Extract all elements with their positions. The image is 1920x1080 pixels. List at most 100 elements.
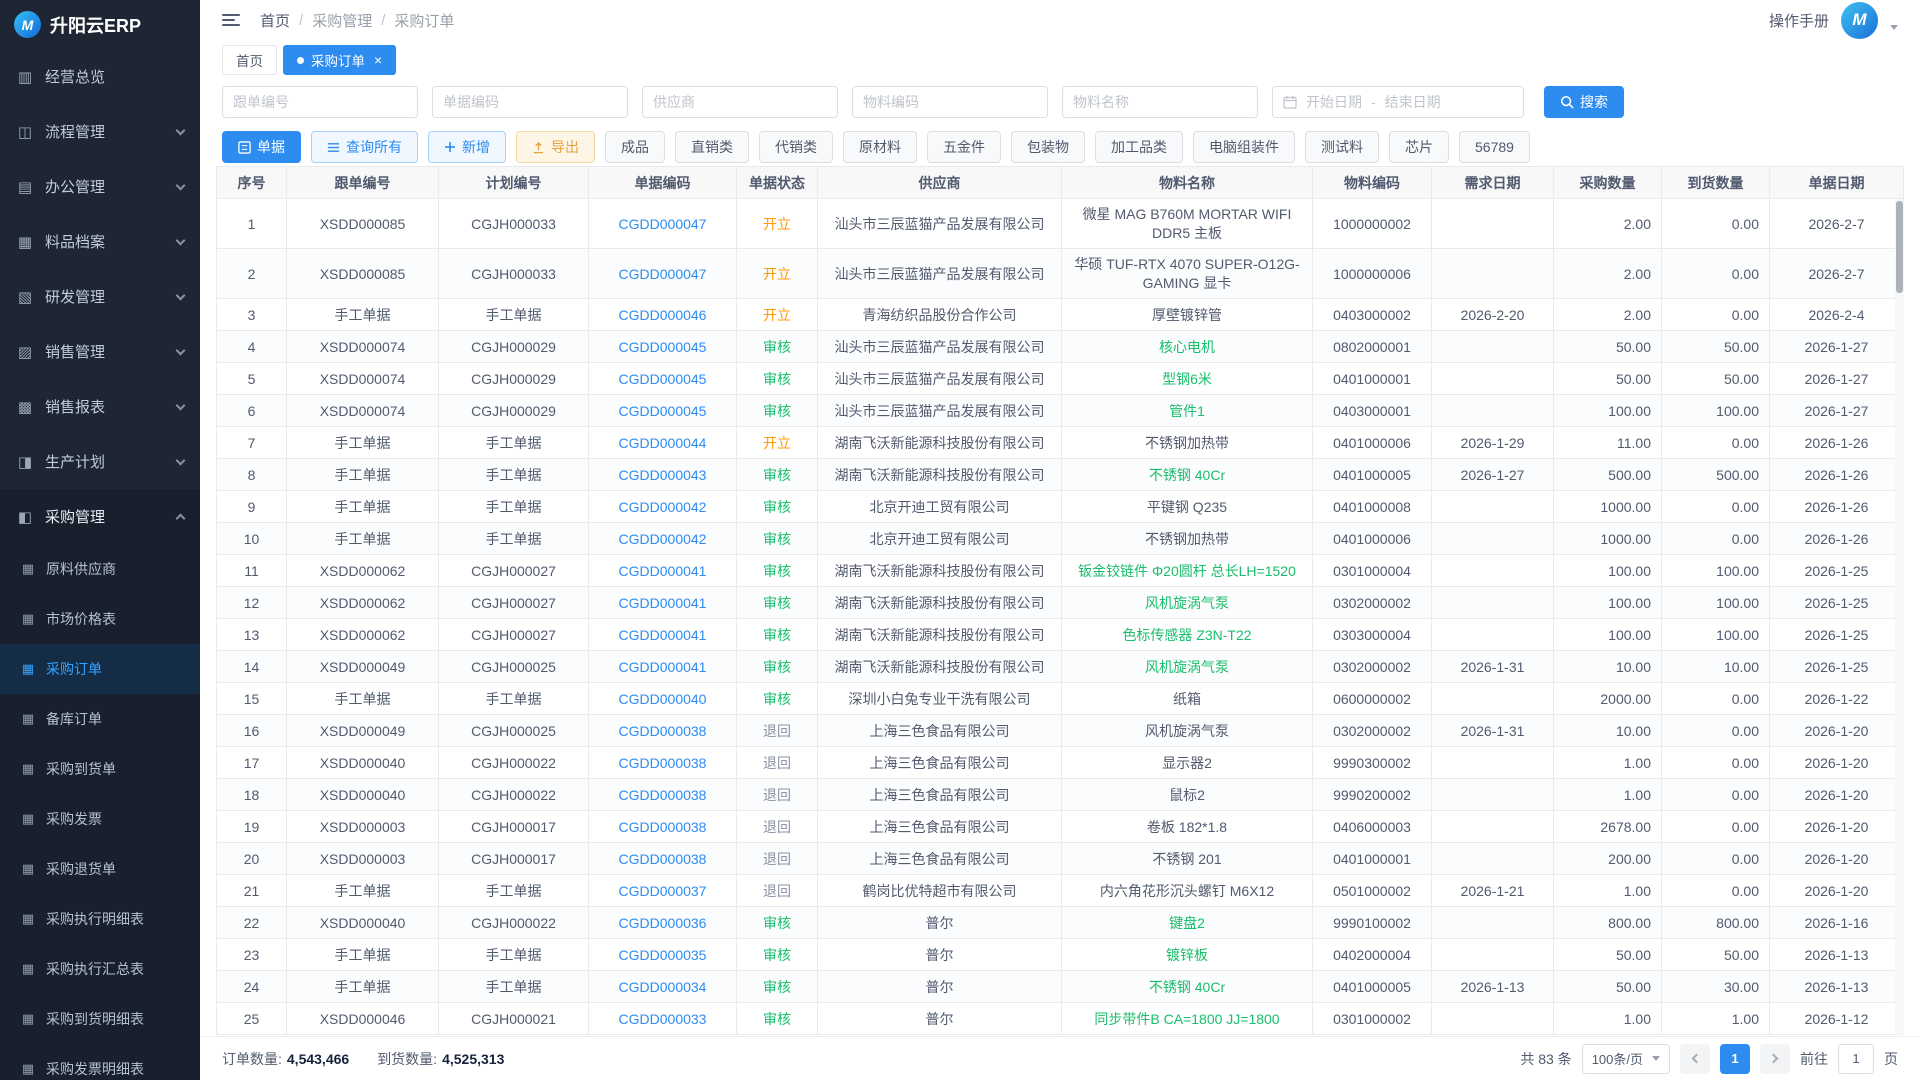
export-button[interactable]: 导出	[516, 131, 595, 163]
sidebar-subitem[interactable]: ▦采购到货明细表	[0, 994, 200, 1044]
sidebar-subitem[interactable]: ▦原料供应商	[0, 544, 200, 594]
sidebar-item-materials[interactable]: ▦料品档案	[0, 214, 200, 269]
sidebar-subitem[interactable]: ▦采购执行明细表	[0, 894, 200, 944]
doc-button[interactable]: 单据	[222, 131, 301, 163]
supplier-cell: 北京开迪工贸有限公司	[818, 491, 1062, 523]
category-filter-button[interactable]: 成品	[605, 131, 665, 163]
sidebar-item-purchase[interactable]: ◧采购管理	[0, 489, 200, 544]
close-tab-icon[interactable]: ×	[374, 52, 382, 68]
sidebar-item-production[interactable]: ◨生产计划	[0, 434, 200, 489]
doc-code-link[interactable]: CGDD000045	[619, 371, 707, 387]
chevron-down-icon[interactable]	[1890, 25, 1898, 30]
sidebar-subitem[interactable]: ▦采购执行汇总表	[0, 944, 200, 994]
category-filter-button[interactable]: 芯片	[1389, 131, 1449, 163]
doc-code-link[interactable]: CGDD000033	[619, 1011, 707, 1027]
doc-code-link[interactable]: CGDD000043	[619, 467, 707, 483]
doc-code-link[interactable]: CGDD000038	[619, 851, 707, 867]
collapse-menu-icon[interactable]	[222, 14, 240, 26]
sidebar-item-dashboard[interactable]: ▥经营总览	[0, 49, 200, 104]
status-cell: 开立	[737, 427, 818, 459]
grid-icon: ▦	[20, 1011, 36, 1027]
doc-code-link[interactable]: CGDD000041	[619, 563, 707, 579]
supplier-cell: 上海三色食品有限公司	[818, 747, 1062, 779]
sidebar-subitem[interactable]: ▦市场价格表	[0, 594, 200, 644]
sidebar-item-research[interactable]: ▧研发管理	[0, 269, 200, 324]
goto-page-input[interactable]	[1838, 1044, 1874, 1074]
sidebar-subitem[interactable]: ▦采购订单	[0, 644, 200, 694]
breadcrumb-item[interactable]: 首页	[260, 10, 290, 31]
user-avatar[interactable]: M	[1841, 2, 1878, 39]
pagination-next-button[interactable]	[1760, 1044, 1790, 1074]
doc-code-link[interactable]: CGDD000046	[619, 307, 707, 323]
doc-date-cell: 2026-1-12	[1770, 1003, 1904, 1035]
category-filter-button[interactable]: 代销类	[759, 131, 833, 163]
doc-code-link[interactable]: CGDD000045	[619, 339, 707, 355]
sidebar-subitem[interactable]: ▦采购到货单	[0, 744, 200, 794]
add-button[interactable]: 新增	[428, 131, 506, 163]
category-filter-button-label: 测试料	[1321, 137, 1363, 157]
doc-code-link[interactable]: CGDD000038	[619, 755, 707, 771]
sidebar-item-office[interactable]: ▤办公管理	[0, 159, 200, 214]
pagination-prev-button[interactable]	[1680, 1044, 1710, 1074]
tab-home[interactable]: 首页	[222, 45, 277, 75]
doc-code-link[interactable]: CGDD000047	[619, 216, 707, 232]
category-filter-button[interactable]: 电脑组装件	[1193, 131, 1295, 163]
manual-link[interactable]: 操作手册	[1769, 10, 1829, 31]
query-all-button[interactable]: 查询所有	[311, 131, 418, 163]
category-filter-button[interactable]: 直销类	[675, 131, 749, 163]
doc-code-link[interactable]: CGDD000036	[619, 915, 707, 931]
doc-code-link[interactable]: CGDD000038	[619, 787, 707, 803]
category-filter-button[interactable]: 56789	[1459, 131, 1530, 163]
tab-purchase-orders[interactable]: 采购订单×	[283, 45, 396, 75]
page-size-select[interactable]: 100条/页	[1582, 1044, 1670, 1074]
doc-code-link[interactable]: CGDD000035	[619, 947, 707, 963]
row-index-cell: 7	[217, 427, 287, 459]
category-filter-button[interactable]: 五金件	[927, 131, 1001, 163]
doc-date-cell: 2026-1-20	[1770, 875, 1904, 907]
filter-input[interactable]	[852, 86, 1048, 118]
sidebar-subitem[interactable]: ▦采购发票明细表	[0, 1044, 200, 1080]
sidebar-subitem[interactable]: ▦备库订单	[0, 694, 200, 744]
doc-code-link[interactable]: CGDD000038	[619, 819, 707, 835]
sidebar-item-workflow[interactable]: ◫流程管理	[0, 104, 200, 159]
sidebar: M 升阳云ERP ▥经营总览◫流程管理▤办公管理▦料品档案▧研发管理▨销售管理▩…	[0, 0, 200, 1080]
filter-input[interactable]	[222, 86, 418, 118]
breadcrumb-item[interactable]: 采购订单	[394, 10, 454, 31]
filter-input[interactable]	[1062, 86, 1258, 118]
search-button[interactable]: 搜索	[1544, 86, 1624, 118]
doc-code-link[interactable]: CGDD000041	[619, 595, 707, 611]
filter-input[interactable]	[642, 86, 838, 118]
category-filter-button-label: 原材料	[859, 137, 901, 157]
sidebar-subitem[interactable]: ▦采购退货单	[0, 844, 200, 894]
doc-code-link[interactable]: CGDD000042	[619, 531, 707, 547]
scrollbar-thumb[interactable]	[1896, 201, 1903, 293]
breadcrumb-separator: /	[381, 12, 385, 29]
doc-code-link[interactable]: CGDD000044	[619, 435, 707, 451]
material-name-cell: 不锈钢加热带	[1062, 523, 1313, 555]
doc-code-link[interactable]: CGDD000040	[619, 691, 707, 707]
category-filter-button[interactable]: 加工品类	[1095, 131, 1183, 163]
category-filter-button[interactable]: 测试料	[1305, 131, 1379, 163]
doc-code-link[interactable]: CGDD000038	[619, 723, 707, 739]
doc-date-cell: 2026-1-27	[1770, 363, 1904, 395]
filter-input[interactable]	[432, 86, 628, 118]
sidebar-item-label: 办公管理	[45, 176, 105, 197]
category-filter-button[interactable]: 原材料	[843, 131, 917, 163]
sidebar-item-sales[interactable]: ▨销售管理	[0, 324, 200, 379]
vertical-scrollbar[interactable]	[1895, 199, 1904, 1036]
doc-code-link[interactable]: CGDD000041	[619, 627, 707, 643]
doc-code-link[interactable]: CGDD000042	[619, 499, 707, 515]
doc-code-link[interactable]: CGDD000037	[619, 883, 707, 899]
sidebar-item-sales-report[interactable]: ▩销售报表	[0, 379, 200, 434]
breadcrumb-item[interactable]: 采购管理	[312, 10, 372, 31]
category-filter-button[interactable]: 包装物	[1011, 131, 1085, 163]
sidebar-menu: ▥经营总览◫流程管理▤办公管理▦料品档案▧研发管理▨销售管理▩销售报表◨生产计划…	[0, 49, 200, 1080]
pagination-page-button[interactable]: 1	[1720, 1044, 1750, 1074]
doc-code-link[interactable]: CGDD000041	[619, 659, 707, 675]
doc-code-link[interactable]: CGDD000047	[619, 266, 707, 282]
supplier-cell: 湖南飞沃新能源科技股份有限公司	[818, 555, 1062, 587]
date-range-picker[interactable]: 开始日期-结束日期	[1272, 86, 1524, 118]
doc-code-link[interactable]: CGDD000034	[619, 979, 707, 995]
doc-code-link[interactable]: CGDD000045	[619, 403, 707, 419]
sidebar-subitem[interactable]: ▦采购发票	[0, 794, 200, 844]
